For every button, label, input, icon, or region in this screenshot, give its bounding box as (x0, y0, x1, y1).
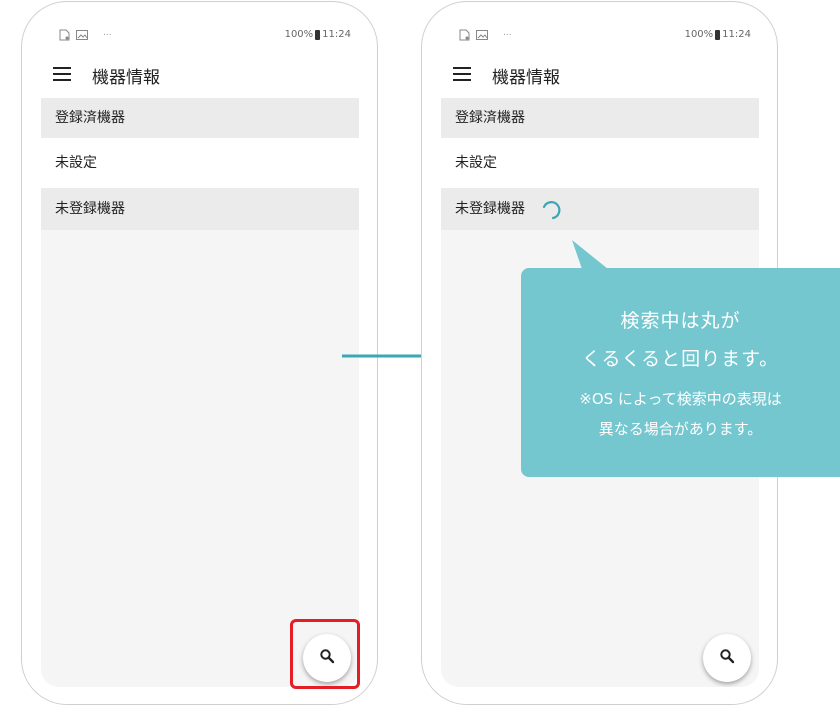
list-item-unset[interactable]: 未設定 (41, 138, 359, 188)
unregistered-devices-label: 未登録機器 (455, 201, 525, 217)
status-bar: ... 100% 11:24 (441, 21, 759, 50)
search-button-highlight (290, 619, 360, 689)
list-item-unset[interactable]: 未設定 (441, 138, 759, 188)
image-notification-icon (76, 30, 88, 40)
callout-note-line2: 異なる場合があります。 (598, 420, 763, 438)
status-more-dots: ... (503, 28, 512, 38)
callout-note-line1: ※OS によって検索中の表現は (579, 390, 782, 408)
file-notification-icon (59, 29, 70, 41)
file-notification-icon (459, 29, 470, 41)
battery-icon (715, 29, 721, 40)
page-title: 機器情報 (92, 68, 160, 88)
unregistered-devices-header: 未登録機器 (441, 188, 759, 230)
status-time: 11:24 (722, 29, 751, 40)
loading-spinner-icon (539, 197, 563, 221)
battery-percent: 100% (684, 29, 714, 40)
hamburger-menu-icon[interactable] (453, 67, 471, 81)
image-notification-icon (476, 30, 488, 40)
battery-icon (315, 29, 321, 40)
callout-main-line1: 検索中は丸が (620, 310, 741, 332)
app-bar: 機器情報 (41, 50, 359, 98)
registered-devices-header: 登録済機器 (441, 98, 759, 138)
battery-percent: 100% (284, 29, 314, 40)
status-time: 11:24 (322, 29, 351, 40)
app-screen: ... 100% 11:24 機器情報 登録済機器 未設定 未登録機器 (41, 21, 359, 687)
search-fab-button[interactable] (703, 634, 751, 682)
search-icon (719, 648, 735, 668)
unregistered-devices-header: 未登録機器 (41, 188, 359, 230)
searching-callout: 検索中は丸が くるくると回ります。 ※OS によって検索中の表現は 異なる場合が… (521, 268, 840, 477)
app-bar: 機器情報 (441, 50, 759, 98)
hamburger-menu-icon[interactable] (53, 67, 71, 81)
status-bar: ... 100% 11:24 (41, 21, 359, 50)
page-title: 機器情報 (492, 68, 560, 88)
registered-devices-header: 登録済機器 (41, 98, 359, 138)
phone-frame-before: ... 100% 11:24 機器情報 登録済機器 未設定 未登録機器 (21, 1, 378, 705)
status-more-dots: ... (103, 28, 112, 38)
callout-main-line2: くるくると回ります。 (581, 348, 780, 370)
